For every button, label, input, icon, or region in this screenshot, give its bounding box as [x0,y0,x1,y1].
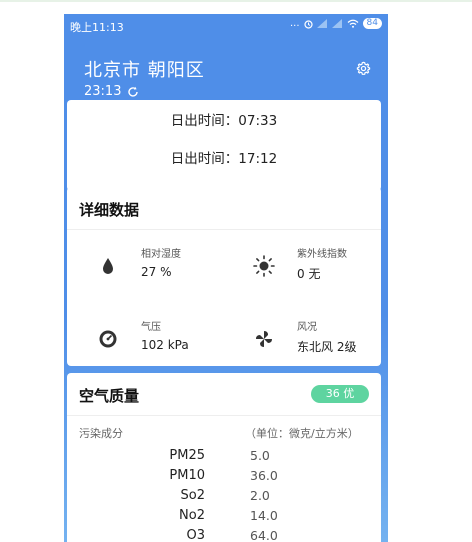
status-icons: ... 84 [290,18,382,29]
sun-times-card: 日出时间：07:33 日出时间：17:12 [67,100,381,191]
pollutant-name: PM10 [169,468,205,483]
sun-icon [253,255,275,277]
pollutant-value: 36.0 [250,468,278,483]
pollutant-row: PM25 5.0 [67,448,381,466]
pressure-gauge-icon [99,330,117,348]
detail-divider [67,229,381,230]
signal-icon [316,19,327,28]
pollutant-value: 14.0 [250,508,278,523]
wind-fan-icon [256,331,272,347]
status-time: 晚上11:13 [70,21,124,34]
air-quality-title: 空气质量 [79,387,140,405]
top-border [0,0,472,2]
wind-value: 东北风 2级 [297,340,357,354]
sunrise-time: 日出时间：07:33 [170,113,278,129]
humidity-drop-icon [103,258,113,274]
pollutant-value: 64.0 [250,528,278,542]
gear-icon[interactable] [356,61,371,76]
uv-value: 0 无 [297,267,321,281]
status-bar: 晚上11:13 ... 84 [64,14,388,36]
sunset-time: 日出时间：17:12 [170,151,278,167]
wifi-icon [347,19,358,28]
pollutant-name: No2 [179,508,205,523]
pressure-label: 气压 [141,322,161,333]
pollutant-name: O3 [186,528,205,542]
city-name: 北京市 朝阳区 [84,60,205,81]
battery-indicator: 84 [362,18,382,29]
humidity-value: 27 % [141,265,172,279]
pollutant-name: So2 [180,488,205,503]
pollutant-row: No2 14.0 [67,508,381,526]
pollutant-name: PM25 [169,448,205,463]
pollutant-row: O3 64.0 [67,528,381,542]
pollutant-value: 2.0 [250,488,270,503]
air-quality-divider [67,415,381,416]
status-more-text: ... [290,18,300,29]
humidity-label: 相对湿度 [141,249,181,260]
pollutant-row: PM10 36.0 [67,468,381,486]
air-quality-card: 空气质量 36 优 污染成分 （单位：微克/立方米） PM25 5.0 PM10… [67,373,381,542]
wind-label: 风况 [297,322,317,333]
update-time: 23:13 [84,84,122,99]
refresh-icon[interactable] [127,86,139,98]
detail-title: 详细数据 [79,201,140,219]
pollutant-row: So2 2.0 [67,488,381,506]
pollutant-header: 污染成分 [79,427,123,440]
alarm-icon [303,19,313,29]
phone-screen: 晚上11:13 ... 84 北京市 朝阳区 23:13 日出时间：07:33 … [64,14,388,542]
uv-label: 紫外线指数 [297,249,347,260]
pollutant-value: 5.0 [250,448,270,463]
pressure-value: 102 kPa [141,338,189,352]
signal-2-icon [331,19,342,28]
update-row: 23:13 [84,84,139,99]
aqi-badge: 36 优 [311,385,369,403]
unit-header: （单位：微克/立方米） [245,427,359,440]
detail-card: 详细数据 相对湿度 27 % 紫外线指数 0 无 气压 102 kPa 风况 东… [67,187,381,366]
